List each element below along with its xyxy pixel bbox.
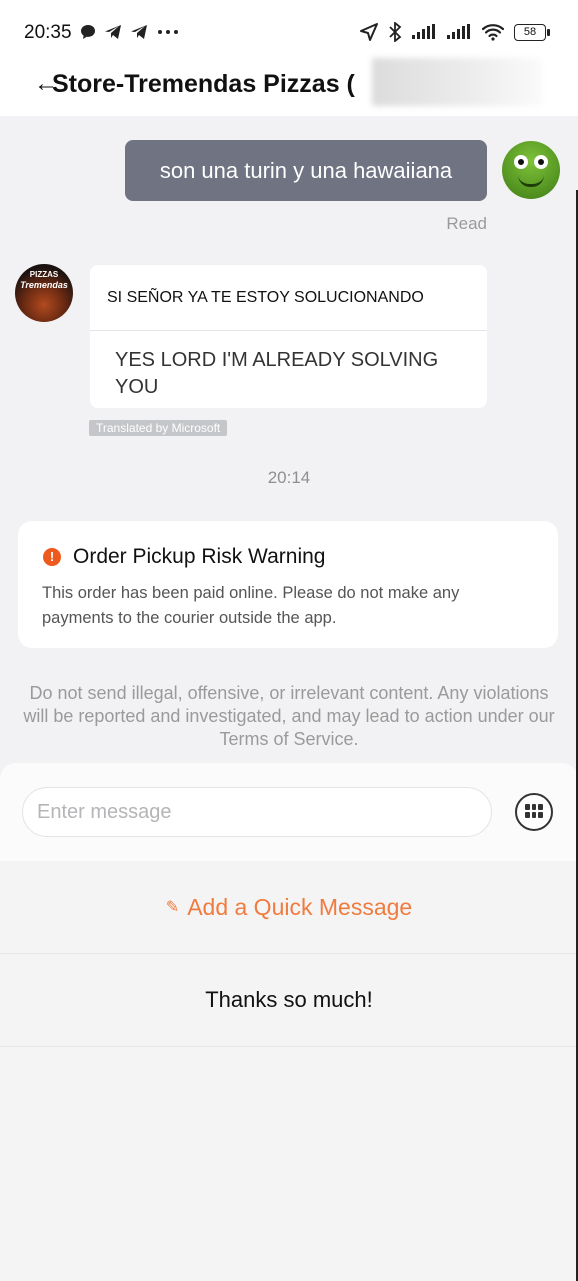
store-avatar-subtext: Tremendas [20, 280, 68, 290]
original-text: SI SEÑOR YA TE ESTOY SOLUCIONANDO [107, 289, 424, 306]
store-avatar-text: PIZZAS [29, 270, 59, 279]
outgoing-message[interactable]: son una turin y una hawaiiana [125, 140, 487, 201]
chat-bubble-icon [81, 25, 95, 39]
telegram-icon [131, 25, 147, 39]
read-receipt: Read [446, 214, 487, 233]
policy-notice: Do not send illegal, offensive, or irrel… [23, 683, 555, 749]
translated-text: YES LORD I'M ALREADY SOLVING YOU [115, 349, 439, 398]
notification-icons [80, 24, 180, 40]
avatar-eye [534, 155, 548, 169]
store-avatar[interactable]: PIZZAS Tremendas [15, 264, 73, 322]
add-quick-message-label: Add a Quick Message [187, 893, 413, 920]
composer-area [0, 763, 578, 861]
bluetooth-icon [389, 22, 402, 42]
status-time: 20:35 [24, 22, 72, 43]
signal-icon [447, 24, 470, 39]
status-bar: 20:35 58 [0, 0, 578, 66]
add-quick-message-button[interactable]: ✎ Add a Quick Message [0, 861, 578, 954]
avatar[interactable] [502, 141, 560, 199]
quick-message-label: Thanks so much! [205, 987, 373, 1012]
warning-body: This order has been paid online. Please … [42, 584, 460, 627]
message-input[interactable] [22, 787, 492, 837]
battery-level: 58 [523, 26, 537, 38]
quick-message-item[interactable]: Thanks so much! [0, 954, 578, 1047]
telegram-icon [105, 25, 121, 39]
location-icon [360, 23, 378, 41]
wifi-icon [481, 24, 505, 41]
more-dots-icon [158, 30, 178, 34]
warning-icon: ! [43, 548, 61, 566]
battery-icon: 58 [514, 23, 550, 41]
avatar-mouth [518, 175, 544, 187]
divider [90, 330, 487, 331]
pickup-warning-card: ! Order Pickup Risk Warning This order h… [18, 521, 558, 648]
incoming-message[interactable]: SI SEÑOR YA TE ESTOY SOLUCIONANDO YES LO… [90, 265, 487, 408]
chat-header: ← Store-Tremendas Pizzas ( [0, 58, 578, 116]
signal-icon [412, 24, 435, 39]
keyboard-toggle-button[interactable] [515, 793, 553, 831]
warning-title: Order Pickup Risk Warning [73, 545, 326, 568]
quick-message-panel [0, 1047, 578, 1281]
timestamp: 20:14 [267, 468, 311, 487]
page-title: Store-Tremendas Pizzas ( [52, 70, 355, 98]
pencil-icon: ✎ [165, 899, 180, 916]
redacted-area [372, 58, 542, 106]
keyboard-icon [525, 804, 543, 818]
avatar-eye [514, 155, 528, 169]
system-icons: 58 [359, 22, 550, 42]
translation-badge: Translated by Microsoft [89, 420, 228, 436]
